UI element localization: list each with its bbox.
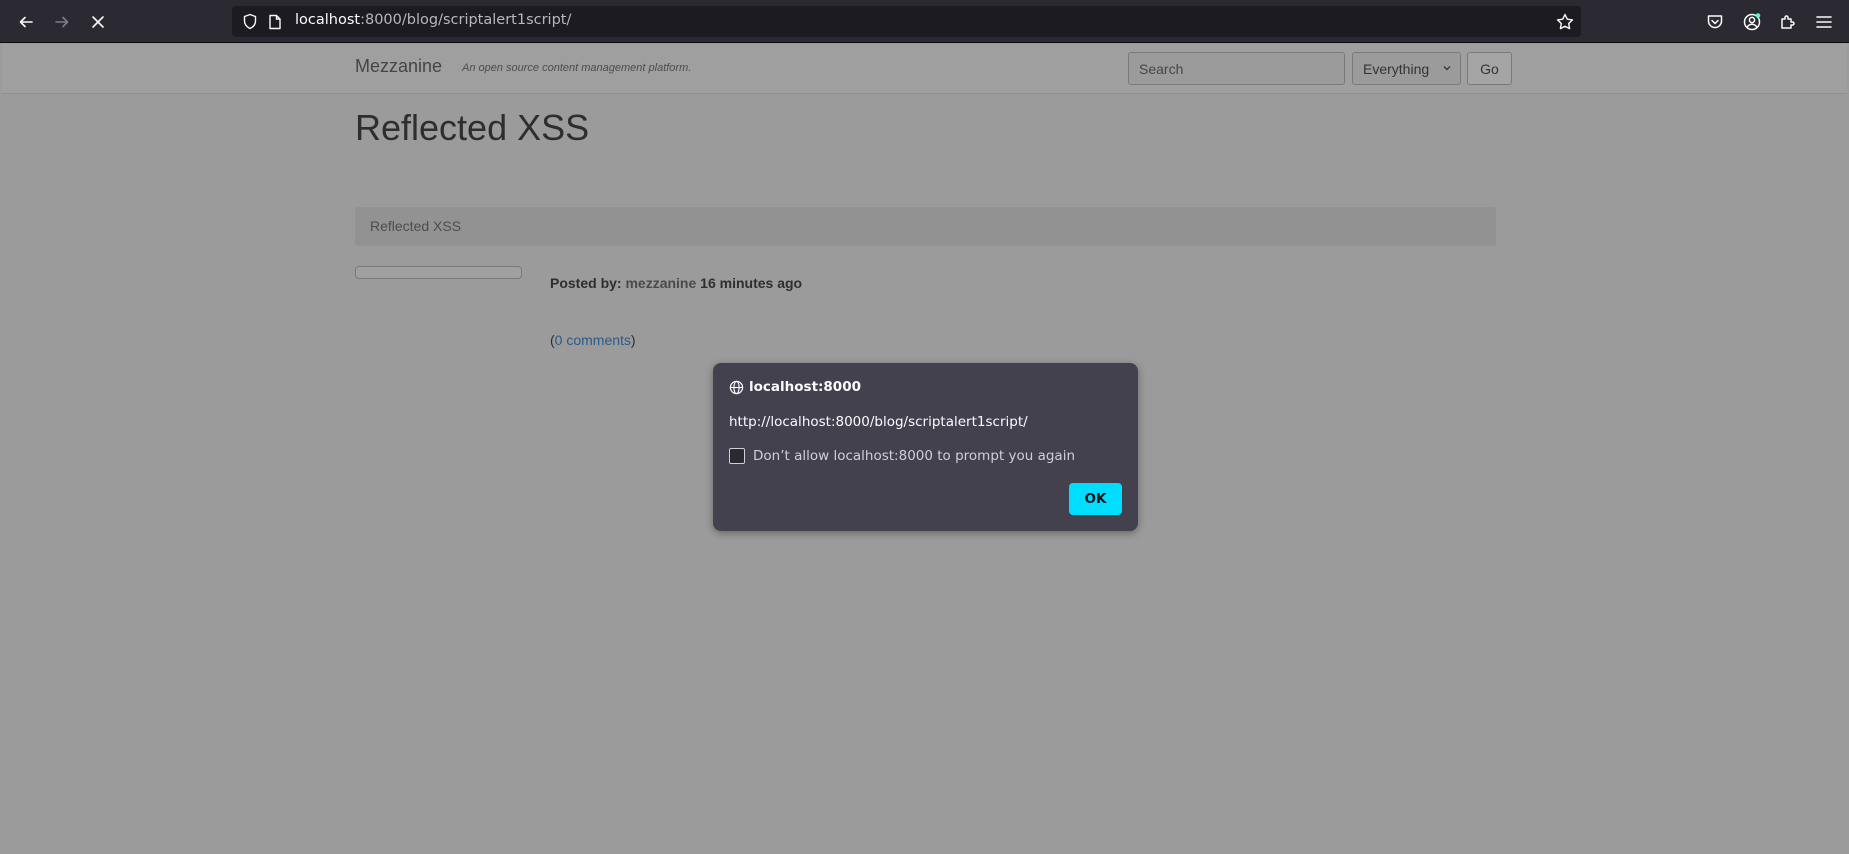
star-icon[interactable] <box>1555 12 1575 32</box>
breadcrumb-current: Reflected XSS <box>370 218 462 234</box>
comments-link[interactable]: 0 comments <box>555 332 631 348</box>
shield-icon[interactable] <box>242 13 258 30</box>
arrow-left-icon <box>19 16 33 28</box>
chevron-down-icon <box>1443 66 1451 71</box>
stop-button[interactable] <box>83 7 113 37</box>
sidebar-panel <box>355 266 522 279</box>
puzzle-icon <box>1781 15 1795 29</box>
site-tagline: An open source content management platfo… <box>462 62 692 74</box>
search-scope-select[interactable]: Everything <box>1352 52 1461 85</box>
dialog-message: http://localhost:8000/blog/scriptalert1s… <box>729 414 1028 430</box>
pocket-icon <box>1707 15 1723 29</box>
search-scope-value: Everything <box>1363 61 1430 77</box>
arrow-right-icon <box>55 16 69 28</box>
post-meta: Posted by: mezzanine 16 minutes ago <box>550 275 802 291</box>
ok-button[interactable]: OK <box>1069 483 1122 515</box>
hamburger-icon <box>1816 16 1832 28</box>
dont-allow-checkbox[interactable] <box>729 448 745 464</box>
page-title: Reflected XSS <box>355 107 590 148</box>
comments-count: (0 comments) <box>550 332 636 348</box>
url-text[interactable]: localhost:8000/blog/scriptalert1script/ <box>295 12 571 28</box>
site-header: Mezzanine An open source content managem… <box>2 44 1847 94</box>
globe-icon <box>729 380 744 395</box>
author-link[interactable]: mezzanine <box>625 275 696 291</box>
browser-toolbar: localhost:8000/blog/scriptalert1script/ <box>0 0 1849 43</box>
dont-allow-label[interactable]: Don’t allow localhost:8000 to prompt you… <box>753 448 1075 464</box>
posted-by-label: Posted by: <box>550 275 622 291</box>
breadcrumb: Reflected XSS <box>355 207 1496 246</box>
url-bar[interactable]: localhost:8000/blog/scriptalert1script/ <box>232 6 1581 37</box>
account-icon <box>1743 13 1761 31</box>
dialog-origin: localhost:8000 <box>749 379 861 395</box>
alert-dialog: localhost:8000 http://localhost:8000/blo… <box>713 363 1138 531</box>
extensions-button[interactable] <box>1775 9 1801 35</box>
menu-button[interactable] <box>1811 9 1837 35</box>
site-brand[interactable]: Mezzanine <box>355 56 442 77</box>
forward-button[interactable] <box>47 7 77 37</box>
pocket-button[interactable] <box>1702 9 1728 35</box>
go-button[interactable]: Go <box>1467 52 1512 85</box>
page-icon[interactable] <box>268 14 282 30</box>
account-button[interactable] <box>1739 9 1765 35</box>
search-input[interactable] <box>1128 52 1345 85</box>
post-time: 16 minutes ago <box>700 275 803 291</box>
back-button[interactable] <box>11 7 41 37</box>
close-icon <box>92 16 104 28</box>
